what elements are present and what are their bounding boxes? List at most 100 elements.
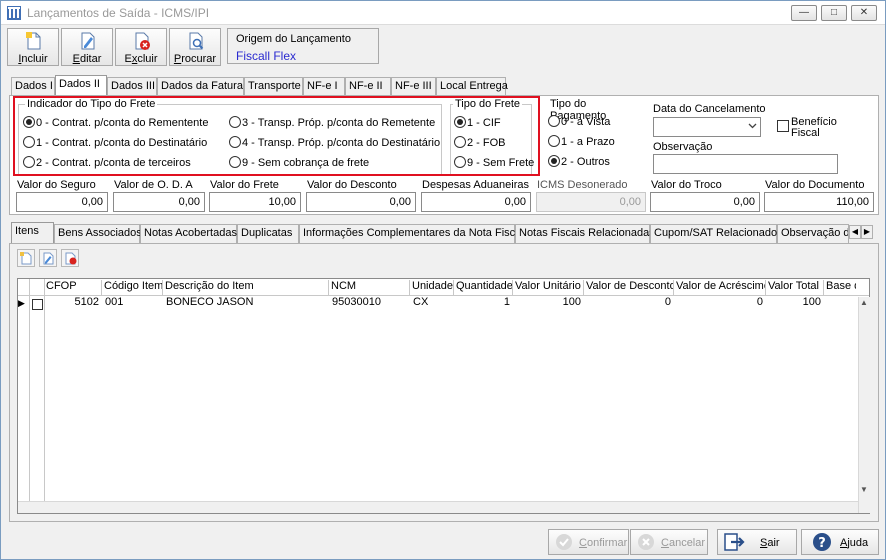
incluir-button[interactable]: Incluir: [7, 28, 59, 66]
scroll-up-icon[interactable]: ▲: [860, 298, 868, 307]
svg-text:?: ?: [818, 536, 826, 551]
cell-ncm[interactable]: 95030010: [329, 296, 410, 311]
tab-bens-associados[interactable]: Bens Associados: [54, 224, 142, 243]
tab-local-entrega[interactable]: Local Entrega: [436, 77, 508, 96]
cancelamento-label: Data do Cancelamento: [653, 103, 766, 115]
edit-icon: [43, 252, 54, 265]
cell-base[interactable]: [824, 296, 854, 311]
radio-icon: [548, 135, 560, 147]
observacao-label: Observação: [653, 141, 713, 153]
tab-notas-relacionadas[interactable]: Notas Fiscais Relacionadas: [515, 224, 655, 243]
col-valor-total[interactable]: Valor Total: [766, 280, 824, 295]
beneficio-checkbox[interactable]: [777, 120, 789, 132]
frete-value-field[interactable]: 10,00: [209, 192, 301, 212]
pagamento-prazo[interactable]: 1 - a Prazo: [548, 135, 615, 149]
items-grid: ▶ ▲ ▼: [17, 278, 870, 514]
close-button[interactable]: ✕: [851, 5, 877, 21]
col-codigo-item[interactable]: Código Item: [102, 280, 163, 295]
icms-field: 0,00: [536, 192, 646, 212]
col-descricao[interactable]: Descrição do Item: [163, 280, 329, 295]
col-ncm[interactable]: NCM: [329, 280, 410, 295]
app-icon: [7, 6, 21, 20]
grid-check-column: [30, 279, 45, 513]
tab-dados-i[interactable]: Dados I: [11, 77, 55, 96]
delete-item-button[interactable]: [61, 249, 79, 267]
pagamento-group: Tipo do Pagamento 0 - à Vista 1 - a Praz…: [542, 98, 644, 175]
col-unidade[interactable]: Unidade: [410, 280, 454, 295]
check-icon: [556, 534, 572, 550]
col-cfop[interactable]: CFOP: [44, 280, 102, 295]
seguro-field[interactable]: 0,00: [16, 192, 108, 212]
edit-item-button[interactable]: [39, 249, 57, 267]
cell-cfop[interactable]: 5102: [44, 296, 102, 311]
col-valor-unitario[interactable]: Valor Unitário: [513, 280, 584, 295]
tab-scroll-left[interactable]: ◀: [849, 225, 861, 239]
excluir-button[interactable]: Excluir: [115, 28, 167, 66]
tab-transporte[interactable]: Transporte: [244, 77, 303, 96]
tab-nfe-ii[interactable]: NF-e II: [345, 77, 391, 96]
tab-nfe-iii[interactable]: NF-e III: [391, 77, 436, 96]
cell-valor-unitario[interactable]: 100: [513, 296, 584, 311]
editar-button[interactable]: Editar: [61, 28, 113, 66]
confirmar-button[interactable]: Confirmar: [548, 529, 629, 555]
sair-button[interactable]: Sair: [717, 529, 797, 555]
oda-field[interactable]: 0,00: [113, 192, 205, 212]
cancelamento-date-field[interactable]: [653, 117, 761, 137]
aduaneiras-label: Despesas Aduaneiras: [422, 179, 530, 191]
main-tabbar: Dados I Dados II Dados III Dados da Fatu…: [11, 75, 511, 96]
tab-dados-fatura[interactable]: Dados da Fatura: [157, 77, 244, 96]
col-valor-acrescimo[interactable]: Valor de Acréscimo: [674, 280, 766, 295]
tab-notas-acobertadas[interactable]: Notas Acobertadas: [140, 224, 237, 243]
seguro-label: Valor do Seguro: [17, 179, 96, 191]
origin-box: Origem do Lançamento Fiscall Flex: [227, 28, 379, 64]
add-item-button[interactable]: [17, 249, 35, 267]
tab-observacao[interactable]: Observação d: [777, 224, 849, 243]
tab-itens[interactable]: Itens: [11, 222, 54, 243]
cell-valor-acrescimo[interactable]: 0: [674, 296, 766, 311]
tab-dados-ii[interactable]: Dados II: [55, 75, 107, 96]
tab-duplicatas[interactable]: Duplicatas: [237, 224, 299, 243]
pagamento-vista[interactable]: 0 - à Vista: [548, 115, 610, 129]
new-document-icon: [26, 32, 41, 50]
tab-cupom-sat[interactable]: Cupom/SAT Relacionados: [650, 224, 783, 243]
troco-label: Valor do Troco: [651, 179, 722, 191]
cell-valor-desconto[interactable]: 0: [584, 296, 674, 311]
col-quantidade[interactable]: Quantidade: [454, 280, 513, 295]
aduaneiras-field[interactable]: 0,00: [421, 192, 531, 212]
cell-quantidade[interactable]: 1: [454, 296, 513, 311]
col-valor-desconto[interactable]: Valor de Desconto: [584, 280, 674, 295]
title-bar: Lançamentos de Saída - ICMS/IPI — □ ✕: [1, 1, 885, 25]
horizontal-scrollbar[interactable]: [18, 501, 858, 513]
edit-document-icon: [81, 32, 95, 50]
maximize-button[interactable]: □: [821, 5, 847, 21]
help-icon: ?: [813, 533, 831, 551]
procurar-button[interactable]: Procurar: [169, 28, 221, 66]
cell-valor-total[interactable]: 100: [766, 296, 824, 311]
origin-title: Origem do Lançamento: [236, 33, 351, 45]
current-row-arrow-icon: ▶: [18, 298, 25, 308]
pagamento-outros[interactable]: 2 - Outros: [548, 155, 610, 169]
frete-value-label: Valor do Frete: [210, 179, 279, 191]
beneficio-label-line2: Fiscal: [791, 127, 820, 139]
vertical-scrollbar[interactable]: ▲ ▼: [858, 297, 870, 513]
troco-field[interactable]: 0,00: [650, 192, 760, 212]
desconto-field[interactable]: 0,00: [306, 192, 416, 212]
cancelar-button[interactable]: Cancelar: [630, 529, 708, 555]
search-document-icon: [189, 32, 204, 50]
tab-scroll-right[interactable]: ▶: [861, 225, 873, 239]
tab-nfe-i[interactable]: NF-e I: [303, 77, 345, 96]
tab-dados-iii[interactable]: Dados III: [107, 77, 157, 96]
cell-descricao[interactable]: BONECO JASON: [163, 296, 329, 311]
documento-field[interactable]: 110,00: [764, 192, 874, 212]
col-base[interactable]: Base d: [824, 280, 856, 295]
documento-label: Valor do Documento: [765, 179, 865, 191]
icms-label: ICMS Desonerado: [537, 179, 628, 191]
cell-unidade[interactable]: CX: [410, 296, 454, 311]
observacao-field[interactable]: [653, 154, 838, 174]
chevron-down-icon: [748, 123, 757, 129]
tab-info-complementares[interactable]: Informações Complementares da Nota Fisca…: [299, 224, 524, 243]
ajuda-button[interactable]: ? Ajuda: [801, 529, 879, 555]
scroll-down-icon[interactable]: ▼: [860, 485, 868, 494]
cell-codigo-item[interactable]: 001: [102, 296, 163, 311]
minimize-button[interactable]: —: [791, 5, 817, 21]
